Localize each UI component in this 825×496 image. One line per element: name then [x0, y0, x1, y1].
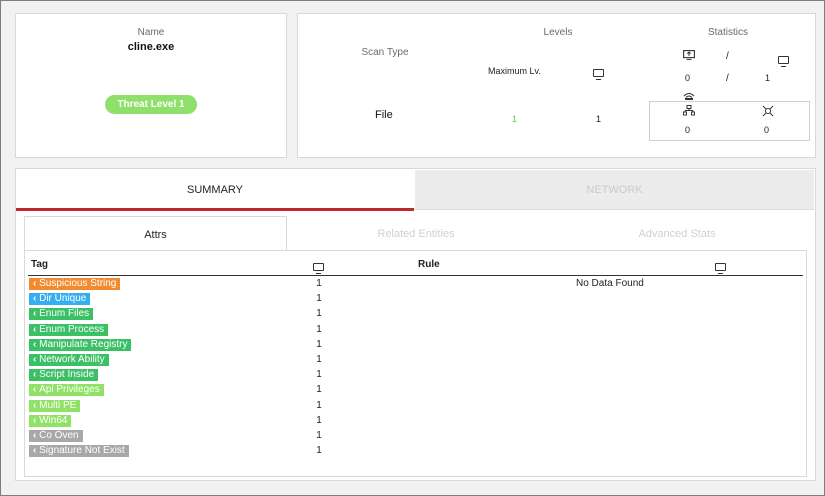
tag-badge[interactable]: ‹ Enum Files — [29, 308, 94, 321]
tag-label: Co Oven — [39, 430, 79, 441]
tag-label: Multi PE — [39, 399, 77, 411]
tag-count: 1 — [316, 323, 322, 335]
tag-count: 1 — [316, 293, 322, 305]
tag-label: Win64 — [39, 414, 68, 426]
signal-icon — [683, 93, 695, 100]
stat-bottom-right: 0 — [764, 125, 770, 135]
scan-type-label: Scan Type — [361, 47, 409, 58]
tag-label: Suspicious String — [39, 278, 117, 289]
tag-label: Signature Not Exist — [39, 445, 125, 457]
threat-level-badge: Threat Level 1 — [105, 95, 197, 114]
tag-badge[interactable]: ‹ Script Inside — [29, 369, 99, 382]
subtab-related-entities-label: Related Entities — [377, 228, 455, 240]
tag-count: 1 — [316, 338, 322, 350]
tag-label: Manipulate Registry — [39, 338, 128, 350]
tab-summary[interactable]: SUMMARY — [16, 170, 414, 211]
virus-icon — [762, 105, 774, 117]
tag-label: Network Ability — [39, 354, 105, 365]
device-level-value: 1 — [596, 114, 602, 124]
tag-badge[interactable]: ‹ Network Ability — [29, 354, 109, 366]
max-level-label: Maximum Lv. — [488, 66, 541, 76]
monitor-icon — [593, 69, 604, 80]
scan-type-value: File — [375, 109, 393, 121]
tag-count: 1 — [316, 354, 322, 365]
table-header-divider — [28, 275, 803, 276]
tag-count: 1 — [316, 384, 322, 396]
subtab-related-entities[interactable]: Related Entities — [286, 216, 546, 250]
tab-network[interactable]: NETWORK — [415, 170, 814, 210]
tag-count: 1 — [316, 369, 322, 381]
file-card: Name cline.exe Threat Level 1 — [15, 13, 287, 158]
subtab-attrs-label: Attrs — [144, 229, 167, 241]
tag-count: 1 — [316, 430, 322, 441]
name-label: Name — [137, 27, 165, 38]
network-tree-icon — [683, 105, 695, 116]
upload-monitor-icon — [683, 50, 695, 60]
count-column-monitor-icon — [313, 263, 324, 274]
rule-column-header[interactable]: Rule — [418, 259, 440, 270]
tag-badge[interactable]: ‹ Co Oven — [29, 430, 83, 442]
tag-count: 1 — [316, 308, 322, 320]
stat-bottom-left: 0 — [685, 125, 691, 135]
tag-label: Api Privileges — [39, 384, 100, 396]
tag-badge[interactable]: ‹ Manipulate Registry — [29, 338, 132, 351]
rule-count-monitor-icon — [715, 263, 727, 274]
subtab-advanced-stats-label: Advanced Stats — [638, 228, 716, 240]
statistics-header: Statistics — [707, 27, 748, 38]
no-data-message: No Data Found — [576, 278, 644, 289]
tag-label: Dir Unique — [39, 293, 87, 305]
tag-badge[interactable]: ‹ Enum Process — [29, 323, 109, 336]
stat-top-right: 1 — [765, 73, 771, 83]
stats-network-box: 0 0 — [649, 101, 810, 141]
tag-label: Script Inside — [39, 369, 95, 381]
tag-label: Enum Process — [39, 323, 105, 335]
scan-levels-card: Levels Statistics Scan Type Maximum Lv. … — [297, 13, 816, 158]
attrs-panel — [24, 250, 807, 477]
stats-separator-mid: / — [726, 73, 729, 84]
stats-monitor-icon — [778, 56, 790, 67]
file-name: cline.exe — [127, 41, 175, 53]
tag-badge[interactable]: ‹ Suspicious String — [29, 278, 121, 290]
tag-badge[interactable]: ‹ Signature Not Exist — [29, 445, 129, 458]
stat-top-left: 0 — [685, 73, 691, 83]
stats-separator-top: / — [726, 51, 729, 62]
max-level-value: 1 — [512, 114, 518, 124]
subtab-attrs[interactable]: Attrs — [24, 216, 287, 251]
tag-label: Enum Files — [39, 308, 90, 320]
tag-badge[interactable]: ‹ Dir Unique — [29, 293, 91, 306]
tab-summary-label: SUMMARY — [186, 184, 244, 196]
tag-count: 1 — [316, 445, 322, 457]
levels-header: Levels — [543, 27, 573, 38]
tag-count: 1 — [316, 414, 322, 426]
tag-badge[interactable]: ‹ Multi PE — [29, 399, 81, 412]
tag-badge[interactable]: ‹ Api Privileges — [29, 384, 104, 397]
subtab-advanced-stats[interactable]: Advanced Stats — [546, 216, 808, 250]
tag-column-header[interactable]: Tag — [31, 259, 48, 270]
tag-count: 1 — [316, 278, 322, 289]
tag-badge[interactable]: ‹ Win64 — [29, 414, 72, 427]
tag-count: 1 — [316, 399, 322, 411]
tab-network-label: NETWORK — [586, 184, 643, 196]
